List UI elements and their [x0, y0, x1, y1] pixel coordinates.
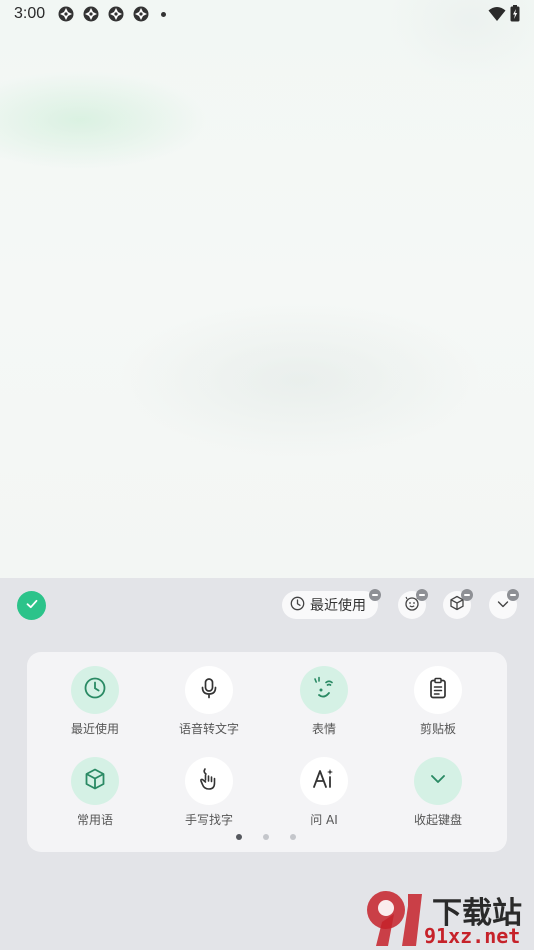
pinwheel-icon [82, 5, 100, 23]
ai-icon [311, 766, 337, 796]
grid-icon-circle [414, 757, 462, 805]
status-right-icons [488, 5, 520, 26]
grid-label: 常用语 [76, 813, 113, 827]
pinwheel-icon [57, 5, 75, 23]
site-watermark: 下载站 91xz.net [362, 884, 534, 950]
keyboard-toolbar: 最近使用 [0, 578, 534, 632]
status-time: 3:00 [14, 5, 46, 22]
watermark-url: 91xz.net [424, 924, 521, 948]
grid-item-ask-ai[interactable]: 问 AI [274, 757, 374, 837]
grid-item-clipboard[interactable]: 剪贴板 [388, 666, 488, 746]
grid-label: 收起键盘 [413, 813, 462, 827]
page-dot-active[interactable] [236, 834, 242, 840]
grid-item-common-phrases[interactable]: 常用语 [45, 757, 145, 837]
pinwheel-icon [107, 5, 125, 23]
handwriting-icon [196, 766, 222, 796]
grid-icon-circle [71, 757, 119, 805]
remove-phrases-chip-button[interactable] [461, 589, 473, 601]
status-bar: 3:00 [0, 0, 534, 28]
grid-icon-circle [185, 757, 233, 805]
feature-panel: 最近使用 语音转文字 表情 剪贴板 常用语 手写找字 问 AI 收起键盘 [27, 652, 507, 852]
confirm-button[interactable] [17, 591, 46, 620]
clock-icon [83, 676, 107, 704]
recent-used-chip[interactable]: 最近使用 [282, 591, 378, 619]
grid-item-voice-to-text[interactable]: 语音转文字 [159, 666, 259, 746]
recent-chip-label: 最近使用 [310, 598, 366, 614]
chevron-down-icon [427, 768, 449, 794]
grid-label: 手写找字 [184, 813, 233, 827]
wallpaper-background [0, 0, 534, 578]
grid-icon-circle [300, 757, 348, 805]
grid-label: 剪贴板 [419, 722, 456, 736]
pinwheel-icon [132, 5, 150, 23]
page-dot[interactable] [290, 834, 296, 840]
clipboard-icon [426, 676, 450, 704]
remove-emoji-chip-button[interactable] [416, 589, 428, 601]
grid-label: 最近使用 [70, 722, 119, 736]
wifi-icon [488, 6, 506, 26]
emoji-icon [311, 675, 337, 705]
grid-item-recent[interactable]: 最近使用 [45, 666, 145, 746]
grid-item-emoji[interactable]: 表情 [274, 666, 374, 746]
page-indicator [27, 832, 507, 842]
battery-charging-icon [510, 5, 520, 26]
mic-icon [197, 676, 221, 704]
remove-recent-chip-button[interactable] [369, 589, 381, 601]
clock-icon [290, 596, 305, 615]
remove-collapse-chip-button[interactable] [507, 589, 519, 601]
check-icon [25, 596, 39, 615]
more-notifications-dot [161, 11, 167, 17]
grid-icon-circle [71, 666, 119, 714]
cube-icon [83, 767, 107, 795]
grid-item-collapse-keyboard[interactable]: 收起键盘 [388, 757, 488, 837]
page-dot[interactable] [263, 834, 269, 840]
grid-label: 表情 [311, 722, 336, 736]
grid-label: 问 AI [310, 813, 338, 827]
grid-icon-circle [414, 666, 462, 714]
grid-item-handwriting[interactable]: 手写找字 [159, 757, 259, 837]
grid-icon-circle [185, 666, 233, 714]
grid-label: 语音转文字 [178, 722, 239, 736]
grid-icon-circle [300, 666, 348, 714]
